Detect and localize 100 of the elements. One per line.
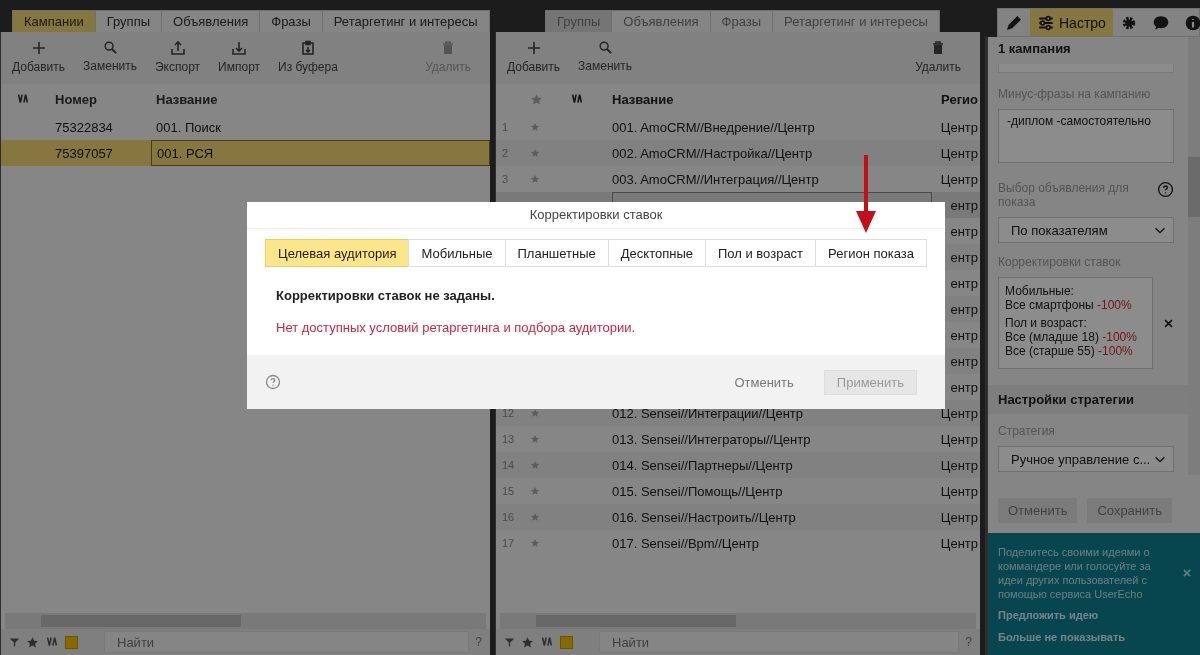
banner-link[interactable]: Предложить идею bbox=[998, 609, 1192, 621]
toolbar-button[interactable]: Экспорт bbox=[150, 40, 206, 84]
adjustment-text: Все (старше 55) bbox=[1005, 344, 1095, 358]
table-row[interactable]: 1 001. AmoCRM//Внедрение//Центр Центр bbox=[496, 114, 980, 140]
dialog-message: Корректировки ставок не заданы. bbox=[276, 288, 496, 303]
help-icon bbox=[1157, 181, 1174, 198]
table-cell-text: Центр bbox=[939, 457, 979, 473]
cancel-button[interactable]: Отменить bbox=[728, 373, 800, 391]
section-title: 1 кампания bbox=[998, 41, 1072, 56]
table-cell: 003. AmoCRM//Интеграция//Центр bbox=[612, 171, 819, 187]
download-tray-icon bbox=[231, 40, 248, 56]
table-cell-text: 001. Поиск bbox=[155, 118, 222, 137]
form-button[interactable]: Сохранить bbox=[1087, 498, 1172, 523]
toolbar-button[interactable]: Добавить bbox=[502, 40, 566, 84]
star-icon bbox=[521, 635, 534, 649]
star-icon bbox=[530, 512, 540, 522]
table-cell: 015. Sensei//Помощь//Центр bbox=[612, 483, 783, 499]
toolbar-button[interactable]: Импорт bbox=[213, 40, 266, 84]
scrollbar[interactable] bbox=[5, 613, 486, 629]
toolbar-button[interactable]: Заменить bbox=[78, 40, 142, 84]
tab[interactable]: Ретаргетинг и интересы bbox=[772, 10, 940, 34]
tag-icon bbox=[560, 635, 573, 649]
table-row[interactable]: 17 017. Sensei//Bpm//Центр Центр bbox=[496, 530, 980, 556]
plus-icon bbox=[525, 40, 542, 56]
table-cell-text: Центр bbox=[939, 145, 979, 161]
column-header[interactable]: Название bbox=[151, 84, 490, 114]
tab[interactable]: Мобильные bbox=[408, 239, 505, 267]
row-number: 1 bbox=[502, 121, 509, 133]
star-icon bbox=[26, 635, 39, 649]
toolbar-button[interactable]: Заменить bbox=[573, 40, 637, 84]
tab[interactable]: Планшетные bbox=[504, 239, 608, 267]
dropdown[interactable]: Ручное управление с... bbox=[998, 446, 1174, 472]
help-text[interactable]: ? bbox=[965, 635, 972, 649]
sort-arrows-icon bbox=[540, 635, 554, 649]
tag-icon bbox=[65, 635, 78, 649]
table-row[interactable]: 13 013. Sensei//Интеграторы//Центр Центр bbox=[496, 426, 980, 452]
help-icon bbox=[265, 374, 281, 390]
table-row[interactable]: 75322834 001. Поиск bbox=[1, 114, 490, 140]
tab[interactable]: Объявления bbox=[161, 10, 260, 34]
tab[interactable]: Регион показа bbox=[815, 239, 927, 267]
table-cell-text: Центр bbox=[939, 483, 979, 499]
dropdown[interactable]: По показателям bbox=[998, 217, 1174, 243]
form-button[interactable]: Отменить bbox=[998, 498, 1078, 523]
table-cell-text: 75397057 bbox=[54, 145, 114, 161]
adjustment-value: -100% bbox=[1097, 298, 1132, 312]
search-field[interactable]: Найти bbox=[104, 631, 470, 653]
upload-tray-icon bbox=[169, 40, 186, 56]
column-header[interactable]: Название bbox=[612, 91, 938, 107]
table-cell: 016. Sensei//Настроить//Центр bbox=[612, 509, 796, 525]
star-icon bbox=[530, 460, 540, 470]
error-message: Нет доступных условий ретаргетинга и подбора аудитории. bbox=[276, 320, 637, 335]
close-icon bbox=[1163, 317, 1174, 329]
adjustment-value: -100% bbox=[1102, 330, 1137, 344]
search-field[interactable]: Найти bbox=[599, 631, 960, 653]
table-cell-text: ентр bbox=[949, 275, 979, 291]
filter-icon bbox=[9, 636, 20, 648]
tab[interactable]: Фразы bbox=[259, 10, 322, 34]
tab[interactable]: Пол и возраст bbox=[705, 239, 816, 267]
table-cell-text: Центр bbox=[939, 171, 979, 187]
star-icon bbox=[530, 434, 540, 444]
text-area[interactable]: -диплом -самостоятельно bbox=[998, 109, 1174, 163]
search-icon bbox=[102, 40, 118, 55]
tab[interactable]: Десктопные bbox=[607, 239, 705, 267]
filter-icon bbox=[504, 636, 515, 648]
scrollbar[interactable] bbox=[1188, 37, 1200, 475]
table-cell: 001. РСЯ bbox=[151, 140, 490, 166]
tab[interactable]: Кампании bbox=[12, 10, 95, 34]
adjustment-group: Мобильные: bbox=[1005, 284, 1146, 298]
toolbar-button[interactable]: Из буфера bbox=[273, 40, 343, 84]
sort-arrows-icon bbox=[16, 92, 30, 106]
table-cell-text: Центр bbox=[939, 431, 979, 447]
close-icon bbox=[1182, 568, 1192, 578]
star-icon bbox=[530, 92, 543, 106]
row-number: 3 bbox=[502, 173, 509, 185]
table-cell: 001. AmoCRM//Внедрение//Центр bbox=[612, 119, 815, 135]
row-number: 17 bbox=[502, 537, 515, 549]
tab[interactable]: Объявления bbox=[611, 10, 710, 34]
table-cell: 017. Sensei//Bpm//Центр bbox=[612, 535, 760, 551]
banner-link[interactable]: Больше не показывать bbox=[998, 631, 1192, 643]
sort-arrows-icon bbox=[570, 92, 584, 106]
table-cell: 014. Sensei//Партнеры//Центр bbox=[612, 457, 793, 473]
info-icon bbox=[1183, 13, 1200, 32]
clipboard-icon bbox=[299, 40, 316, 56]
sort-arrows-icon bbox=[45, 635, 59, 649]
column-header[interactable]: Регио bbox=[938, 91, 980, 107]
table-row[interactable]: 15 015. Sensei//Помощь//Центр Центр bbox=[496, 478, 980, 504]
table-row[interactable]: 3 003. AmoCRM//Интеграция//Центр Центр bbox=[496, 166, 980, 192]
help-text[interactable]: ? bbox=[475, 635, 482, 649]
table-row[interactable]: 75397057 001. РСЯ bbox=[1, 140, 490, 166]
tab[interactable]: Настро bbox=[1030, 9, 1113, 36]
toolbar-button[interactable]: Добавить bbox=[7, 40, 71, 84]
scrollbar[interactable] bbox=[500, 613, 976, 629]
toolbar-button[interactable]: Удалить bbox=[910, 40, 966, 84]
adjustment-value: -100% bbox=[1098, 344, 1133, 358]
sliders-icon bbox=[1037, 13, 1055, 32]
chat-icon bbox=[1151, 13, 1170, 32]
column-header[interactable]: Номер bbox=[45, 91, 151, 107]
tab[interactable]: Целевая аудитория bbox=[265, 239, 409, 267]
tab[interactable]: Ретаргетинг и интересы bbox=[321, 10, 490, 34]
table-cell-text: Центр bbox=[939, 535, 979, 551]
